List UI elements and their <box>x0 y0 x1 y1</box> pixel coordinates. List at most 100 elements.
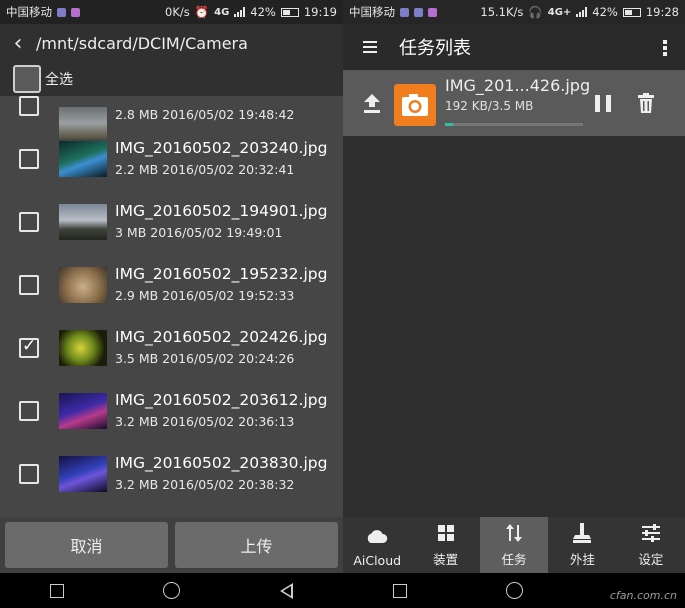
tab-label: 外挂 <box>569 552 595 567</box>
cloud-icon <box>367 530 388 543</box>
action-bar: 取消 上传 <box>0 517 343 573</box>
notification-icon <box>400 7 409 17</box>
recents-icon[interactable] <box>392 583 407 598</box>
notification-icon <box>57 7 66 17</box>
upload-button[interactable]: 上传 <box>175 522 338 568</box>
transfer-icon <box>506 524 523 542</box>
trash-icon[interactable] <box>637 92 655 114</box>
app-bar: 任务列表 <box>343 24 685 70</box>
task-file-name: IMG_201...426.jpg <box>445 76 591 95</box>
file-checkbox[interactable] <box>19 336 39 358</box>
file-thumbnail <box>59 266 107 303</box>
file-name: IMG_20160502_195232.jpg <box>115 265 328 283</box>
file-row[interactable]: IMG_20160502_194901.jpg 3 MB 2016/05/02 … <box>0 190 343 253</box>
status-bar: 中国移动 0K/s ⏰ 4G 42% 19:19 <box>0 0 343 24</box>
tab-label: 任务 <box>501 552 527 567</box>
file-row[interactable]: IMG_20160502_203612.jpg 3.2 MB 2016/05/0… <box>0 379 343 442</box>
plugin-icon <box>573 523 592 543</box>
tab-settings[interactable]: 设定 <box>617 517 685 573</box>
network-type: 4G <box>214 6 230 18</box>
network-speed: 15.1K/s <box>480 5 524 19</box>
tab-aicloud[interactable]: AiCloud <box>343 517 411 573</box>
file-meta: 2.9 MB 2016/05/02 19:52:33 <box>115 288 295 303</box>
path-bar: ‹ /mnt/sdcard/DCIM/Camera <box>0 24 343 62</box>
task-progress-fill <box>445 123 453 126</box>
file-thumbnail <box>59 203 107 240</box>
grid-icon <box>437 525 454 541</box>
signal-icon <box>234 7 246 17</box>
camera-icon <box>394 84 436 126</box>
file-thumbnail <box>59 392 107 429</box>
file-thumbnail <box>59 455 107 492</box>
file-meta: 3 MB 2016/05/02 19:49:01 <box>115 225 283 240</box>
recents-icon[interactable] <box>49 583 64 598</box>
bottom-tab-bar: AiCloud 装置 任务 外挂 设定 <box>343 517 685 573</box>
battery-icon <box>280 7 299 17</box>
carrier-label: 中国移动 <box>6 5 52 19</box>
more-icon[interactable] <box>663 40 667 56</box>
battery-icon <box>622 7 641 17</box>
task-item[interactable]: IMG_201...426.jpg 192 KB/3.5 MB <box>343 70 685 136</box>
notification-icon <box>414 7 423 17</box>
task-progress-bar <box>445 123 583 126</box>
file-meta: 2.8 MB 2016/05/02 19:48:42 <box>115 107 295 122</box>
select-all-label: 全选 <box>45 72 73 88</box>
tab-devices[interactable]: 装置 <box>411 517 479 573</box>
page-title: 任务列表 <box>399 38 471 59</box>
file-checkbox[interactable] <box>19 400 39 421</box>
file-thumbnail <box>59 140 107 177</box>
headphone-icon: 🎧 <box>528 5 543 19</box>
file-name: IMG_20160502_202426.jpg <box>115 328 328 346</box>
watermark-text: cfan.com.cn <box>609 589 677 602</box>
sliders-icon <box>641 524 660 542</box>
back-icon[interactable]: ‹ <box>0 31 36 56</box>
upload-icon <box>364 94 380 113</box>
tab-tasks[interactable]: 任务 <box>479 517 549 573</box>
file-row[interactable]: IMG_20160502_203830.jpg 3.2 MB 2016/05/0… <box>0 442 343 505</box>
file-row[interactable]: IMG_20160502_195232.jpg 2.9 MB 2016/05/0… <box>0 253 343 316</box>
tab-label: 设定 <box>638 552 664 567</box>
file-checkbox[interactable] <box>19 148 39 169</box>
system-nav-bar <box>0 573 343 608</box>
battery-percent: 42% <box>250 5 276 19</box>
back-triangle-icon[interactable] <box>280 582 294 599</box>
notification-icon <box>71 7 80 17</box>
file-checkbox[interactable] <box>19 96 39 116</box>
file-list[interactable]: 2.8 MB 2016/05/02 19:48:42 IMG_20160502_… <box>0 96 343 517</box>
file-name: IMG_20160502_203612.jpg <box>115 391 328 409</box>
file-row[interactable]: IMG_20160502_202426.jpg 3.5 MB 2016/05/0… <box>0 316 343 379</box>
file-picker-screen: 中国移动 0K/s ⏰ 4G 42% 19:19 ‹ /mnt/sdcard/D… <box>0 0 343 608</box>
home-icon[interactable] <box>505 582 523 599</box>
alarm-icon: ⏰ <box>194 5 210 19</box>
select-all-checkbox[interactable] <box>13 65 41 93</box>
file-meta: 2.2 MB 2016/05/02 20:32:41 <box>115 162 295 177</box>
tab-label: AiCloud <box>353 553 402 568</box>
file-thumbnail <box>59 329 107 366</box>
file-meta: 3.2 MB 2016/05/02 20:38:32 <box>115 477 295 492</box>
current-path: /mnt/sdcard/DCIM/Camera <box>36 33 248 53</box>
file-name: IMG_20160502_194901.jpg <box>115 202 328 220</box>
status-bar: 中国移动 15.1K/s 🎧 4G+ 42% 19:28 <box>343 0 685 24</box>
select-all-row[interactable]: 全选 <box>0 62 343 96</box>
tab-plugins[interactable]: 外挂 <box>548 517 616 573</box>
task-size: 192 KB/3.5 MB <box>445 99 534 113</box>
battery-percent: 42% <box>592 5 618 19</box>
file-name: IMG_20160502_203240.jpg <box>115 139 328 157</box>
file-checkbox[interactable] <box>19 211 39 232</box>
file-meta: 3.2 MB 2016/05/02 20:36:13 <box>115 414 295 429</box>
tab-label: 装置 <box>433 552 459 567</box>
carrier-label: 中国移动 <box>349 5 395 19</box>
network-type: 4G+ <box>547 6 572 18</box>
home-icon[interactable] <box>163 582 181 599</box>
clock: 19:28 <box>645 5 679 19</box>
file-name: IMG_20160502_203830.jpg <box>115 454 328 472</box>
cancel-button[interactable]: 取消 <box>5 522 168 568</box>
pause-icon[interactable] <box>595 95 611 112</box>
network-speed: 0K/s <box>165 5 190 19</box>
signal-icon <box>576 7 588 17</box>
file-row[interactable]: IMG_20160502_203240.jpg 2.2 MB 2016/05/0… <box>0 127 343 190</box>
file-checkbox[interactable] <box>19 274 39 295</box>
file-checkbox[interactable] <box>19 463 39 484</box>
clock: 19:19 <box>303 5 337 19</box>
menu-icon[interactable] <box>363 41 377 53</box>
